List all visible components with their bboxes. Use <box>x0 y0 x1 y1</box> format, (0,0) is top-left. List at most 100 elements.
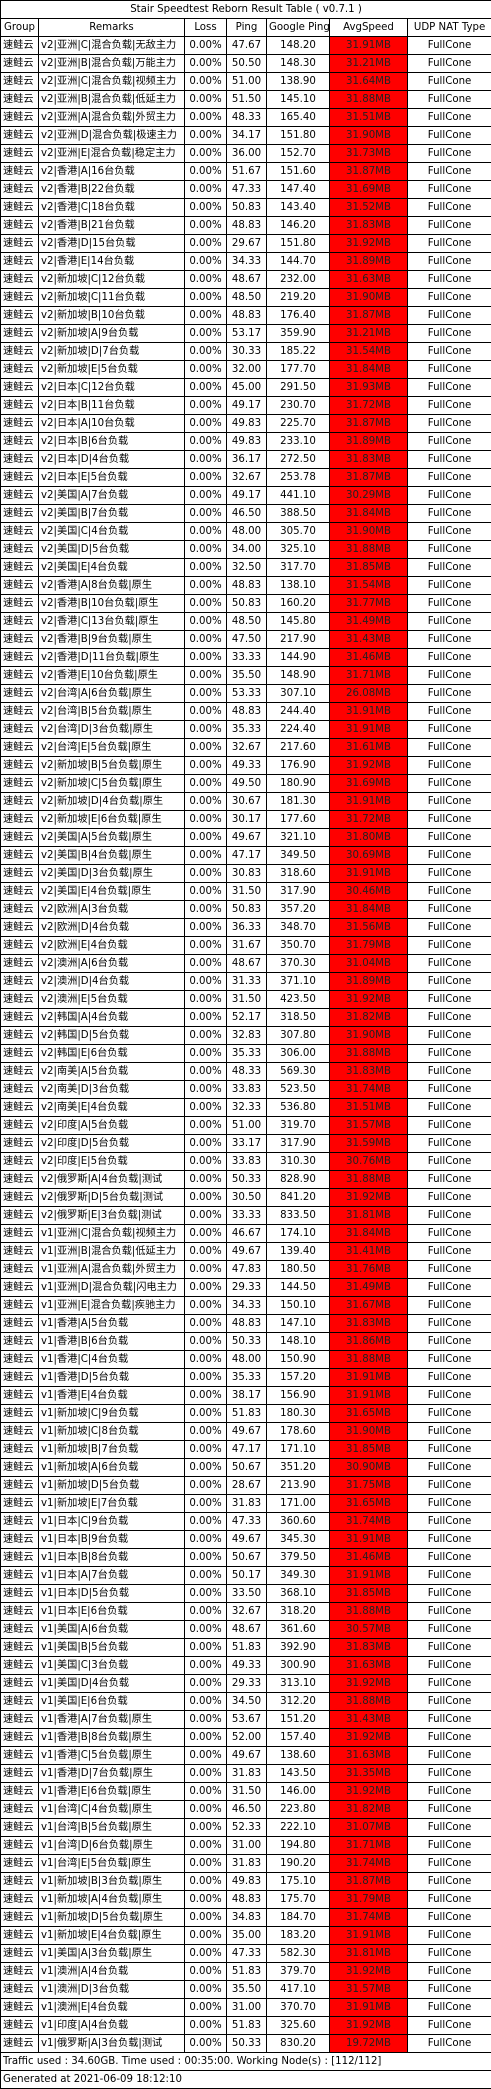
cell-ping: 32.67 <box>227 469 267 487</box>
cell-ping: 47.17 <box>227 847 267 865</box>
cell-avg-speed: 31.88MB <box>330 1171 408 1189</box>
cell-google-ping: 232.00 <box>267 271 330 289</box>
cell-ping: 48.83 <box>227 1315 267 1333</box>
cell-remarks: v2|香港|E|14台负载 <box>39 253 185 271</box>
cell-ping: 33.50 <box>227 1585 267 1603</box>
table-row: 速鲑云v2|澳洲|D|4台负载0.00%31.33371.1031.89MBFu… <box>1 973 491 991</box>
cell-udp-nat-type: FullCone <box>408 1135 491 1153</box>
cell-avg-speed: 30.29MB <box>330 487 408 505</box>
cell-ping: 49.83 <box>227 415 267 433</box>
table-row: 速鲑云v2|新加坡|C|11台负载0.00%48.50219.2031.90MB… <box>1 289 491 307</box>
cell-ping: 32.67 <box>227 739 267 757</box>
cell-udp-nat-type: FullCone <box>408 1369 491 1387</box>
cell-avg-speed: 31.75MB <box>330 1477 408 1495</box>
cell-udp-nat-type: FullCone <box>408 1333 491 1351</box>
cell-avg-speed: 31.65MB <box>330 1495 408 1513</box>
cell-google-ping: 317.70 <box>267 559 330 577</box>
cell-group: 速鲑云 <box>1 1801 39 1819</box>
cell-ping: 49.83 <box>227 433 267 451</box>
cell-google-ping: 145.80 <box>267 613 330 631</box>
cell-remarks: v2|韩国|E|6台负载 <box>39 1045 185 1063</box>
cell-ping: 31.50 <box>227 991 267 1009</box>
cell-loss: 0.00% <box>185 1513 227 1531</box>
cell-avg-speed: 31.93MB <box>330 379 408 397</box>
cell-google-ping: 310.30 <box>267 1153 330 1171</box>
cell-loss: 0.00% <box>185 55 227 73</box>
table-row: 速鲑云v1|台湾|C|4台负载|原生0.00%46.50223.8031.82M… <box>1 1801 491 1819</box>
cell-ping: 50.83 <box>227 901 267 919</box>
cell-avg-speed: 31.63MB <box>330 271 408 289</box>
cell-udp-nat-type: FullCone <box>408 775 491 793</box>
cell-loss: 0.00% <box>185 1171 227 1189</box>
cell-loss: 0.00% <box>185 1495 227 1513</box>
table-row: 速鲑云v1|日本|D|5台负载0.00%33.50368.1031.85MBFu… <box>1 1585 491 1603</box>
cell-udp-nat-type: FullCone <box>408 523 491 541</box>
cell-udp-nat-type: FullCone <box>408 1909 491 1927</box>
cell-avg-speed: 31.83MB <box>330 1063 408 1081</box>
table-row: 速鲑云v2|新加坡|A|9台负载0.00%53.17359.9031.21MBF… <box>1 325 491 343</box>
cell-loss: 0.00% <box>185 775 227 793</box>
cell-udp-nat-type: FullCone <box>408 145 491 163</box>
cell-loss: 0.00% <box>185 1477 227 1495</box>
cell-udp-nat-type: FullCone <box>408 397 491 415</box>
cell-avg-speed: 30.90MB <box>330 1459 408 1477</box>
cell-udp-nat-type: FullCone <box>408 91 491 109</box>
cell-avg-speed: 31.83MB <box>330 451 408 469</box>
cell-avg-speed: 31.49MB <box>330 613 408 631</box>
cell-avg-speed: 31.84MB <box>330 505 408 523</box>
table-row: 速鲑云v1|香港|B|6台负载0.00%50.33148.1031.86MBFu… <box>1 1333 491 1351</box>
cell-avg-speed: 31.83MB <box>330 1315 408 1333</box>
cell-google-ping: 144.90 <box>267 649 330 667</box>
cell-ping: 38.17 <box>227 1387 267 1405</box>
cell-ping: 51.00 <box>227 1117 267 1135</box>
cell-remarks: v2|台湾|B|5台负载|原生 <box>39 703 185 721</box>
cell-udp-nat-type: FullCone <box>408 127 491 145</box>
cell-google-ping: 224.40 <box>267 721 330 739</box>
cell-avg-speed: 31.35MB <box>330 1765 408 1783</box>
cell-loss: 0.00% <box>185 1873 227 1891</box>
cell-loss: 0.00% <box>185 415 227 433</box>
cell-avg-speed: 31.63MB <box>330 1747 408 1765</box>
table-row: 速鲑云v1|新加坡|D|5台负载|原生0.00%34.83184.7031.74… <box>1 1909 491 1927</box>
cell-loss: 0.00% <box>185 1369 227 1387</box>
cell-loss: 0.00% <box>185 145 227 163</box>
header-row: Group Remarks Loss Ping Google Ping AvgS… <box>1 19 491 37</box>
cell-group: 速鲑云 <box>1 73 39 91</box>
table-row: 速鲑云v1|新加坡|D|5台负载0.00%28.67213.9031.75MBF… <box>1 1477 491 1495</box>
cell-google-ping: 174.10 <box>267 1225 330 1243</box>
cell-udp-nat-type: FullCone <box>408 1045 491 1063</box>
table-row: 速鲑云v2|新加坡|B|5台负载|原生0.00%49.33176.9031.92… <box>1 757 491 775</box>
cell-group: 速鲑云 <box>1 1369 39 1387</box>
cell-avg-speed: 31.88MB <box>330 1693 408 1711</box>
cell-loss: 0.00% <box>185 1927 227 1945</box>
table-row: 速鲑云v2|美国|B|7台负载0.00%46.50388.5031.84MBFu… <box>1 505 491 523</box>
cell-avg-speed: 31.88MB <box>330 1603 408 1621</box>
cell-google-ping: 569.30 <box>267 1063 330 1081</box>
cell-avg-speed: 31.91MB <box>330 37 408 55</box>
table-row: 速鲑云v2|台湾|D|3台负载|原生0.00%35.33224.4031.91M… <box>1 721 491 739</box>
cell-group: 速鲑云 <box>1 253 39 271</box>
cell-ping: 49.33 <box>227 757 267 775</box>
header-google-ping: Google Ping <box>267 19 330 37</box>
cell-avg-speed: 19.72MB <box>330 2035 408 2053</box>
cell-group: 速鲑云 <box>1 649 39 667</box>
table-row: 速鲑云v2|香港|B|22台负载0.00%47.33147.4031.69MBF… <box>1 181 491 199</box>
cell-google-ping: 157.40 <box>267 1729 330 1747</box>
cell-remarks: v2|亚洲|A|混合负载|外贸主力 <box>39 109 185 127</box>
table-row: 速鲑云v2|日本|B|11台负载0.00%49.17230.7031.72MBF… <box>1 397 491 415</box>
cell-google-ping: 306.00 <box>267 1045 330 1063</box>
cell-google-ping: 180.50 <box>267 1261 330 1279</box>
table-row: 速鲑云v1|香港|D|7台负载|原生0.00%31.83143.5031.35M… <box>1 1765 491 1783</box>
cell-ping: 49.67 <box>227 1531 267 1549</box>
table-row: 速鲑云v1|台湾|D|6台负载|原生0.00%31.00194.8031.71M… <box>1 1837 491 1855</box>
cell-group: 速鲑云 <box>1 1783 39 1801</box>
cell-group: 速鲑云 <box>1 1117 39 1135</box>
cell-avg-speed: 31.46MB <box>330 649 408 667</box>
cell-group: 速鲑云 <box>1 1549 39 1567</box>
cell-loss: 0.00% <box>185 703 227 721</box>
cell-remarks: v2|美国|C|4台负载 <box>39 523 185 541</box>
cell-google-ping: 313.10 <box>267 1675 330 1693</box>
cell-google-ping: 151.80 <box>267 127 330 145</box>
cell-google-ping: 151.20 <box>267 1711 330 1729</box>
cell-loss: 0.00% <box>185 1297 227 1315</box>
